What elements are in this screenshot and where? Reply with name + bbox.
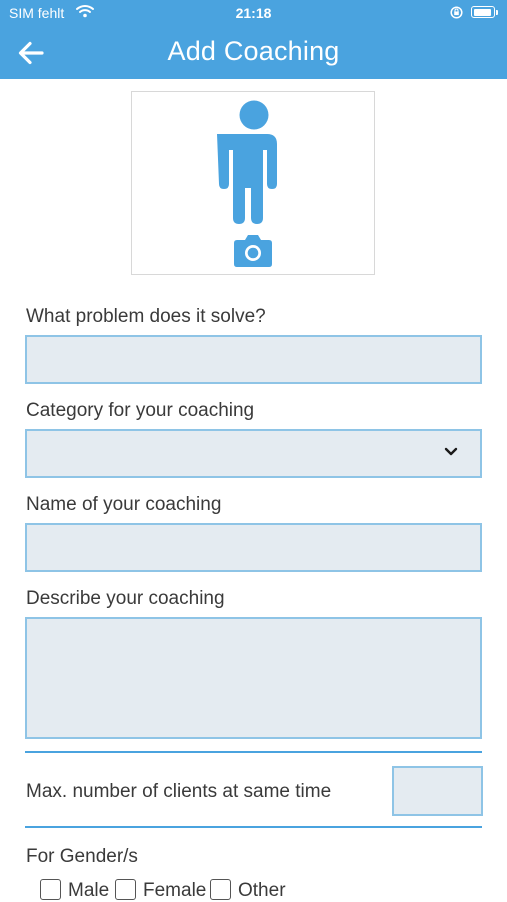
person-icon — [217, 100, 277, 224]
max-clients-input[interactable] — [392, 766, 483, 816]
clock: 21:18 — [235, 5, 272, 21]
chevron-down-icon — [444, 447, 458, 456]
female-checkbox[interactable] — [115, 879, 136, 900]
male-label: Male — [68, 880, 110, 901]
name-input[interactable] — [25, 523, 482, 572]
female-label: Female — [143, 880, 207, 901]
category-select[interactable] — [25, 429, 482, 478]
status-bar: SIM fehlt 21:18 — [0, 0, 507, 28]
description-label: Describe your coaching — [26, 588, 225, 609]
section-divider — [25, 751, 482, 753]
problem-input[interactable] — [25, 335, 482, 384]
male-checkbox[interactable] — [40, 879, 61, 900]
photo-picker[interactable] — [131, 91, 375, 275]
other-checkbox[interactable] — [210, 879, 231, 900]
max-clients-label: Max. number of clients at same time — [26, 781, 332, 802]
camera-icon — [234, 235, 272, 267]
other-label: Other — [238, 880, 286, 901]
section-divider — [25, 826, 482, 828]
category-label: Category for your coaching — [26, 400, 255, 421]
gender-label: For Gender/s — [26, 846, 138, 867]
battery-icon — [471, 6, 498, 18]
description-textarea[interactable] — [25, 617, 482, 739]
name-label: Name of your coaching — [26, 494, 222, 515]
orientation-lock-icon — [450, 6, 463, 19]
problem-label: What problem does it solve? — [26, 306, 266, 327]
app-header: SIM fehlt 21:18 Add Coaching — [0, 0, 507, 79]
page-title: Add Coaching — [167, 36, 340, 66]
